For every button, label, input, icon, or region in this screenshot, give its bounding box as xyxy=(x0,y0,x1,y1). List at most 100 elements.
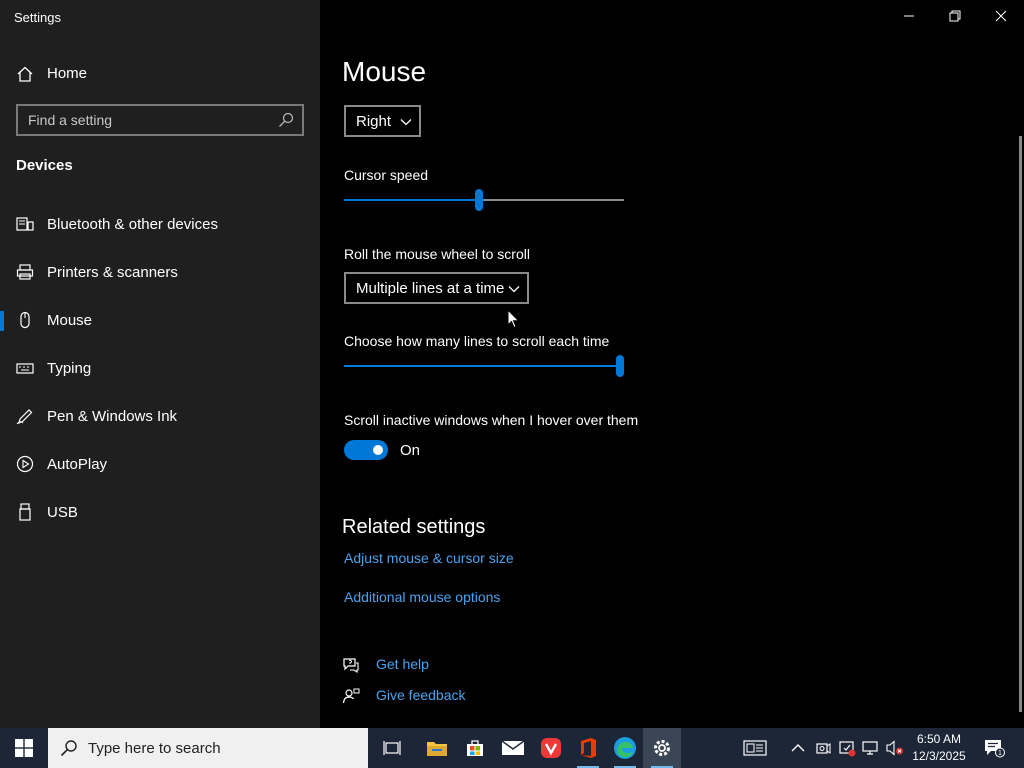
search-icon xyxy=(60,740,77,757)
find-setting-placeholder: Find a setting xyxy=(28,112,113,128)
network-tray-button[interactable] xyxy=(860,728,882,768)
sidebar-item-label: Pen & Windows Ink xyxy=(47,408,178,425)
toggle-knob xyxy=(373,445,383,455)
volume-tray-button[interactable] xyxy=(884,728,906,768)
get-help-icon xyxy=(343,658,359,674)
scroll-inactive-toggle[interactable] xyxy=(344,440,388,460)
sidebar-item-label: Mouse xyxy=(47,312,93,329)
news-icon xyxy=(743,740,767,756)
chevron-down-icon xyxy=(400,119,412,126)
sidebar-item-mouse[interactable]: Mouse xyxy=(0,301,320,341)
vivaldi-icon xyxy=(541,738,561,758)
file-explorer-icon xyxy=(427,742,447,756)
usb-icon xyxy=(19,503,31,521)
lines-to-scroll-slider[interactable] xyxy=(344,354,624,378)
sidebar-item-typing[interactable]: Typing xyxy=(0,349,320,389)
microsoft-store-icon xyxy=(467,740,483,756)
windows-logo-icon xyxy=(15,739,33,757)
file-explorer-button[interactable] xyxy=(418,728,456,768)
minimize-icon xyxy=(904,15,914,17)
lines-to-scroll-label: Choose how many lines to scroll each tim… xyxy=(344,333,610,349)
task-view-button[interactable] xyxy=(373,728,411,768)
taskbar: Type here to search 6:50 AM 12/3/2025 1 xyxy=(0,728,1024,768)
mail-button[interactable] xyxy=(494,728,532,768)
notification-center-button[interactable]: 1 xyxy=(978,728,1010,768)
toggle-state-label: On xyxy=(400,442,421,459)
close-icon xyxy=(995,10,1007,22)
minimize-button[interactable] xyxy=(886,0,932,32)
vivaldi-button[interactable] xyxy=(532,728,570,768)
edge-icon xyxy=(614,737,636,759)
nav-home[interactable]: Home xyxy=(0,56,320,90)
home-icon xyxy=(17,66,33,82)
sidebar-item-pen[interactable]: Pen & Windows Ink xyxy=(0,397,320,437)
sidebar-item-printers[interactable]: Printers & scanners xyxy=(0,253,320,293)
section-title: Devices xyxy=(16,157,73,174)
app-title: Settings xyxy=(14,10,61,25)
settings-taskbar-button[interactable] xyxy=(643,728,681,768)
restore-icon xyxy=(949,10,961,22)
scrollbar[interactable] xyxy=(1019,136,1022,712)
slider-fill xyxy=(344,199,479,201)
slider-fill xyxy=(344,365,620,367)
scroll-inactive-label: Scroll inactive windows when I hover ove… xyxy=(344,412,639,428)
keyboard-icon xyxy=(16,363,34,374)
tray-app-icon xyxy=(816,743,831,754)
clock-time: 6:50 AM xyxy=(916,732,962,746)
close-button[interactable] xyxy=(978,0,1024,32)
sidebar-item-label: AutoPlay xyxy=(47,456,108,473)
sidebar-item-autoplay[interactable]: AutoPlay xyxy=(0,445,320,485)
cursor-speed-slider[interactable] xyxy=(344,188,624,212)
main-content: Mouse Right Cursor speed Roll the mouse … xyxy=(320,0,1024,728)
wheel-scroll-value: Multiple lines at a time xyxy=(356,280,505,297)
wheel-scroll-label: Roll the mouse wheel to scroll xyxy=(344,246,530,262)
taskbar-search-placeholder: Type here to search xyxy=(88,740,221,757)
wheel-scroll-dropdown[interactable]: Multiple lines at a time xyxy=(344,272,529,304)
mail-icon xyxy=(501,740,525,755)
give-feedback-link[interactable]: Give feedback xyxy=(376,687,466,703)
network-icon xyxy=(862,741,878,755)
printer-icon xyxy=(16,264,34,280)
notification-icon: 1 xyxy=(985,740,1005,758)
primary-button-value: Right xyxy=(356,113,392,130)
chevron-down-icon xyxy=(508,286,520,293)
pen-icon xyxy=(16,409,33,425)
notification-count: 1 xyxy=(998,750,1002,757)
related-settings-title: Related settings xyxy=(342,516,486,538)
nav-home-label: Home xyxy=(47,65,88,82)
clock-date: 12/3/2025 xyxy=(912,749,966,763)
taskbar-clock[interactable]: 6:50 AM 12/3/2025 xyxy=(906,731,972,765)
additional-mouse-options-link[interactable]: Additional mouse options xyxy=(344,589,500,605)
security-warning-icon xyxy=(839,741,856,757)
find-setting-input[interactable]: Find a setting xyxy=(16,104,304,136)
news-widget-button[interactable] xyxy=(736,728,774,768)
slider-thumb[interactable] xyxy=(616,355,624,377)
get-help-link[interactable]: Get help xyxy=(376,656,429,672)
sidebar-item-label: Typing xyxy=(47,360,92,377)
sidebar-item-label: Bluetooth & other devices xyxy=(47,216,218,233)
adjust-cursor-size-link[interactable]: Adjust mouse & cursor size xyxy=(344,550,514,566)
sidebar-item-usb[interactable]: USB xyxy=(0,493,320,533)
primary-button-dropdown[interactable]: Right xyxy=(344,105,421,137)
security-tray-button[interactable] xyxy=(836,728,858,768)
give-feedback-icon xyxy=(342,688,360,704)
volume-muted-icon xyxy=(886,740,903,756)
office-button[interactable] xyxy=(569,728,607,768)
tray-app-icon-button[interactable] xyxy=(813,728,833,768)
taskbar-search-box[interactable]: Type here to search xyxy=(48,728,368,768)
sidebar-item-bluetooth[interactable]: Bluetooth & other devices xyxy=(0,205,320,245)
edge-button[interactable] xyxy=(606,728,644,768)
chevron-up-icon xyxy=(791,744,805,752)
restore-button[interactable] xyxy=(932,0,978,32)
cursor-speed-label: Cursor speed xyxy=(344,167,429,183)
bluetooth-devices-icon xyxy=(16,217,34,231)
microsoft-store-button[interactable] xyxy=(456,728,494,768)
slider-thumb[interactable] xyxy=(475,189,483,211)
sidebar-item-label: USB xyxy=(47,504,78,521)
show-hidden-icons-button[interactable] xyxy=(788,728,808,768)
sidebar: Settings Home Find a setting Devices Blu… xyxy=(0,0,320,728)
start-button[interactable] xyxy=(0,728,48,768)
selection-indicator xyxy=(0,311,4,331)
settings-window: Settings Home Find a setting Devices Blu… xyxy=(0,0,1024,728)
search-icon[interactable] xyxy=(278,112,294,128)
